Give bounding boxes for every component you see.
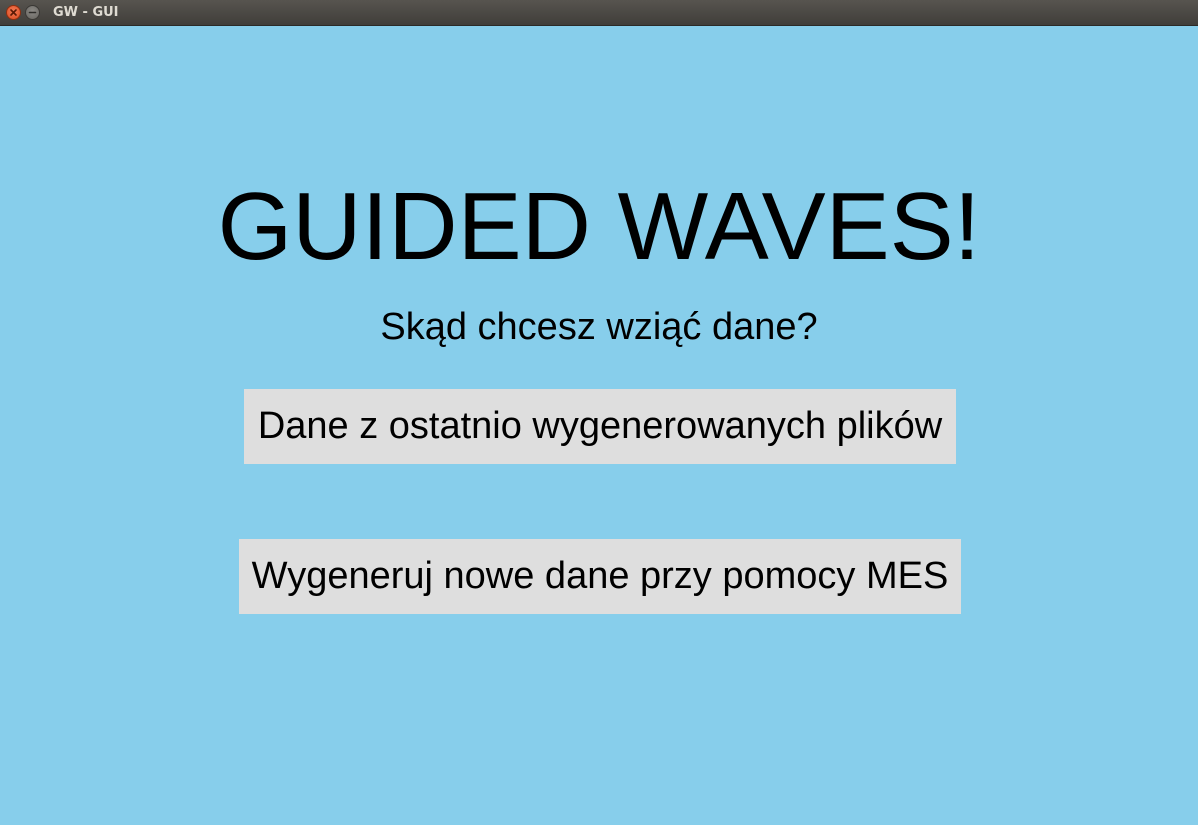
minimize-icon[interactable] <box>25 5 40 20</box>
title-bar[interactable]: GW - GUI <box>0 0 1198 26</box>
data-source-question: Skąd chcesz wziąć dane? <box>380 306 818 348</box>
close-icon[interactable] <box>6 5 21 20</box>
generate-fem-data-button[interactable]: Wygeneruj nowe dane przy pomocy MES <box>239 539 961 614</box>
load-last-files-button[interactable]: Dane z ostatnio wygenerowanych plików <box>244 389 956 464</box>
app-window: GW - GUI GUIDED WAVES! Skąd chcesz wziąć… <box>0 0 1198 825</box>
page-title: GUIDED WAVES! <box>217 173 981 280</box>
window-title: GW - GUI <box>53 5 119 20</box>
